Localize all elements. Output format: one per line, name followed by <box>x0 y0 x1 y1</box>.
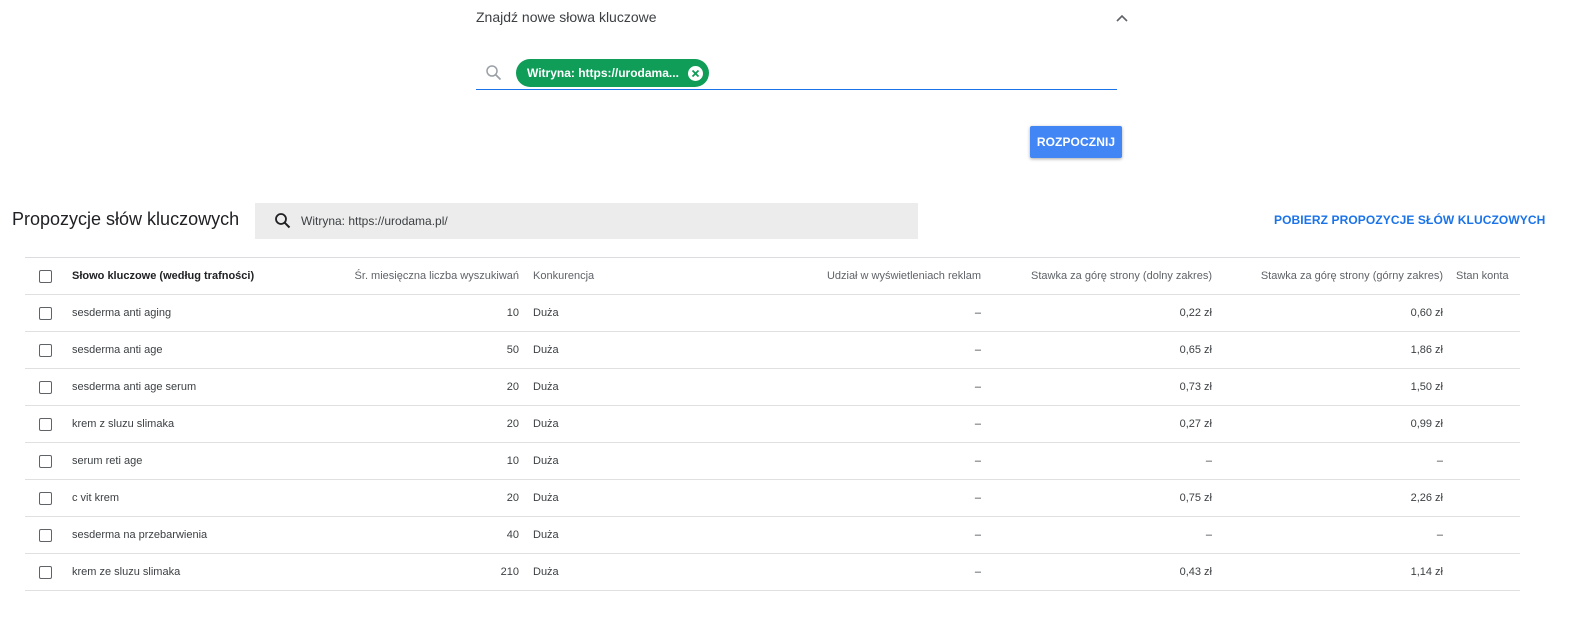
keyword-cell: serum reti age <box>72 455 143 467</box>
competition-cell: Duża <box>533 566 559 578</box>
impression-share-cell: – <box>974 492 981 504</box>
start-button[interactable]: ROZPOCZNIJ <box>1030 126 1122 158</box>
keyword-idea-input[interactable]: Witryna: https://urodama... <box>476 58 1117 90</box>
bid-high-cell: – <box>1436 529 1443 541</box>
table-row[interactable]: krem z sluzu slimaka 20 Duża – 0,27 zł 0,99 z… <box>25 406 1520 443</box>
bid-low-cell: 0,22 zł <box>1179 307 1212 319</box>
keyword-table: Słowo kluczowe (według trafności) Śr. mi… <box>25 257 1520 591</box>
table-body: sesderma anti aging 10 Duża – 0,22 zł 0,60 zł… <box>25 295 1520 591</box>
filter-text: Witryna: https://urodama.pl/ <box>301 214 448 228</box>
website-chip-label: Witryna: https://urodama... <box>527 66 679 80</box>
search-icon <box>275 213 291 229</box>
close-circle-icon[interactable] <box>687 65 703 81</box>
impression-share-cell: – <box>974 418 981 430</box>
impression-share-cell: – <box>974 307 981 319</box>
bid-low-cell: 0,73 zł <box>1179 381 1212 393</box>
bid-low-cell: 0,27 zł <box>1179 418 1212 430</box>
keyword-cell: krem ze sluzu slimaka <box>72 566 181 578</box>
results-filter-field[interactable]: Witryna: https://urodama.pl/ <box>255 203 918 239</box>
keyword-cell: sesderma anti age <box>72 344 163 356</box>
avg-searches-cell: 40 <box>506 529 519 541</box>
bid-low-cell: – <box>1205 455 1212 467</box>
find-keywords-title: Znajdź nowe słowa kluczowe <box>476 9 657 25</box>
table-row[interactable]: sesderma na przebarwienia 40 Duża – – – <box>25 517 1520 554</box>
column-header-bid-high[interactable]: Stawka za górę strony (górny zakres) <box>1261 258 1443 294</box>
impression-share-cell: – <box>974 529 981 541</box>
competition-cell: Duża <box>533 418 559 430</box>
column-header-competition[interactable]: Konkurencja <box>533 258 594 294</box>
table-row[interactable]: sesderma anti aging 10 Duża – 0,22 zł 0,60 zł <box>25 295 1520 332</box>
column-header-keyword[interactable]: Słowo kluczowe (według trafności) <box>72 258 254 294</box>
table-row[interactable]: serum reti age 10 Duża – – – <box>25 443 1520 480</box>
chevron-up-icon[interactable] <box>1114 12 1130 24</box>
close-icon <box>691 69 700 77</box>
avg-searches-cell: 20 <box>506 418 519 430</box>
competition-cell: Duża <box>533 344 559 356</box>
impression-share-cell: – <box>974 566 981 578</box>
avg-searches-cell: 50 <box>506 344 519 356</box>
keyword-cell: sesderma anti age serum <box>72 381 197 393</box>
column-header-account-status[interactable]: Stan konta <box>1456 258 1509 294</box>
bid-low-cell: 0,75 zł <box>1179 492 1212 504</box>
bid-high-cell: 2,26 zł <box>1410 492 1443 504</box>
bid-low-cell: 0,43 zł <box>1179 566 1212 578</box>
search-icon <box>486 65 502 81</box>
row-checkbox[interactable] <box>39 344 52 357</box>
website-chip[interactable]: Witryna: https://urodama... <box>516 59 709 87</box>
competition-cell: Duża <box>533 381 559 393</box>
avg-searches-cell: 10 <box>506 307 519 319</box>
avg-searches-cell: 10 <box>506 455 519 467</box>
row-checkbox[interactable] <box>39 418 52 431</box>
table-row[interactable]: krem ze sluzu slimaka 210 Duża – 0,43 zł 1,14… <box>25 554 1520 591</box>
competition-cell: Duża <box>533 529 559 541</box>
keyword-cell: c vit krem <box>72 492 120 504</box>
avg-searches-cell: 20 <box>506 492 519 504</box>
bid-high-cell: 0,60 zł <box>1410 307 1443 319</box>
table-row[interactable]: sesderma anti age 50 Duża – 0,65 zł 1,86 zł <box>25 332 1520 369</box>
download-keyword-ideas-link[interactable]: POBIERZ PROPOZYCJE SŁÓW KLUCZOWYCH <box>1274 213 1545 227</box>
column-header-avg-searches[interactable]: Śr. miesięczna liczba wyszukiwań <box>355 258 519 294</box>
row-checkbox[interactable] <box>39 381 52 394</box>
row-checkbox[interactable] <box>39 566 52 579</box>
row-checkbox[interactable] <box>39 492 52 505</box>
section-title: Propozycje słów kluczowych <box>12 209 240 229</box>
impression-share-cell: – <box>974 344 981 356</box>
bid-low-cell: – <box>1205 529 1212 541</box>
avg-searches-cell: 210 <box>500 566 519 578</box>
competition-cell: Duża <box>533 455 559 467</box>
bid-high-cell: 1,86 zł <box>1410 344 1443 356</box>
bid-high-cell: 1,50 zł <box>1410 381 1443 393</box>
bid-high-cell: – <box>1436 455 1443 467</box>
row-checkbox[interactable] <box>39 455 52 468</box>
keyword-cell: sesderma anti aging <box>72 307 172 319</box>
impression-share-cell: – <box>974 381 981 393</box>
keyword-cell: krem z sluzu slimaka <box>72 418 175 430</box>
select-all-checkbox[interactable] <box>39 270 52 283</box>
table-row[interactable]: c vit krem 20 Duża – 0,75 zł 2,26 zł <box>25 480 1520 517</box>
column-header-impression-share[interactable]: Udział w wyświetleniach reklam <box>827 258 981 294</box>
bid-low-cell: 0,65 zł <box>1179 344 1212 356</box>
impression-share-cell: – <box>974 455 981 467</box>
bid-high-cell: 0,99 zł <box>1410 418 1443 430</box>
bid-high-cell: 1,14 zł <box>1410 566 1443 578</box>
table-row[interactable]: sesderma anti age serum 20 Duża – 0,73 zł 1,5… <box>25 369 1520 406</box>
row-checkbox[interactable] <box>39 307 52 320</box>
competition-cell: Duża <box>533 492 559 504</box>
keyword-cell: sesderma na przebarwienia <box>72 529 208 541</box>
row-checkbox[interactable] <box>39 529 52 542</box>
column-header-bid-low[interactable]: Stawka za górę strony (dolny zakres) <box>1031 258 1212 294</box>
avg-searches-cell: 20 <box>506 381 519 393</box>
table-header-row: Słowo kluczowe (według trafności) Śr. mi… <box>25 258 1520 295</box>
competition-cell: Duża <box>533 307 559 319</box>
